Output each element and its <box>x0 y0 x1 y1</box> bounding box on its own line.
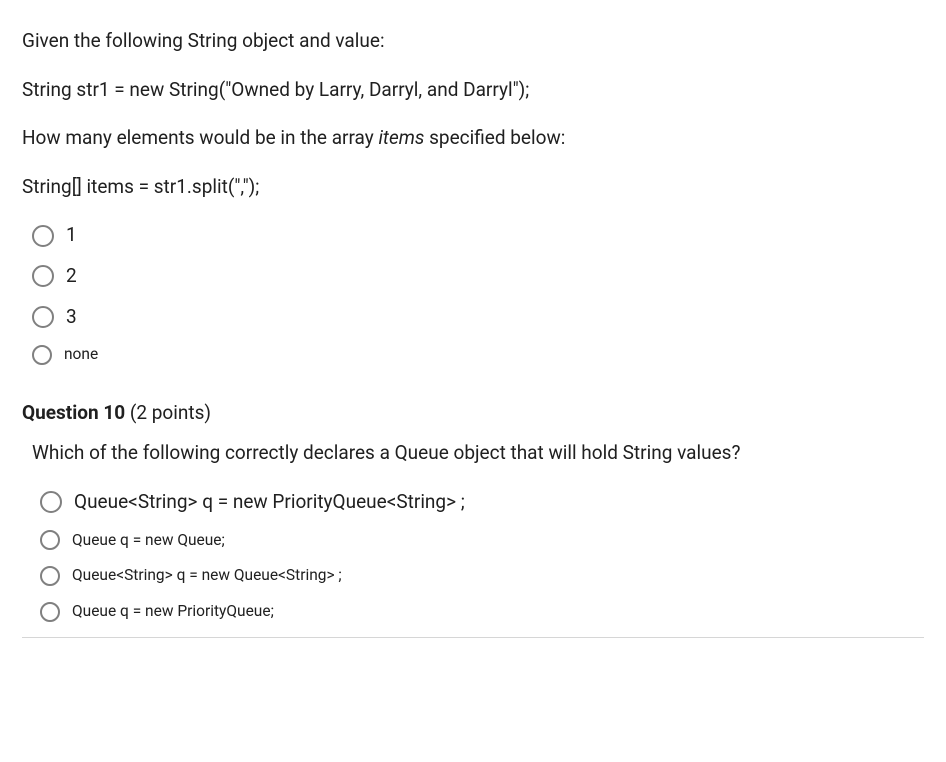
radio-icon <box>32 345 52 365</box>
radio-icon <box>32 306 54 328</box>
radio-icon <box>40 602 60 622</box>
question-number: Question 10 <box>22 401 125 424</box>
radio-icon <box>32 225 54 247</box>
question-10-header: Question 10 (2 points) <box>22 400 924 427</box>
q10-option-2[interactable]: Queue q = new Queue; <box>40 530 924 552</box>
stem-line-3-text: How many elements would be in the array … <box>22 126 565 149</box>
option-1[interactable]: 1 <box>32 222 924 249</box>
option-none[interactable]: none <box>32 344 924 366</box>
question-9-stem: Given the following String object and va… <box>22 28 924 200</box>
option-2[interactable]: 2 <box>32 263 924 290</box>
option-label: 1 <box>66 222 77 249</box>
q10-option-4[interactable]: Queue q = new PriorityQueue; <box>40 601 924 623</box>
radio-icon <box>32 265 54 287</box>
option-label: Queue q = new Queue; <box>72 530 225 552</box>
option-label: 3 <box>66 304 77 331</box>
q10-option-1[interactable]: Queue<String> q = new PriorityQueue<Stri… <box>40 489 924 516</box>
stem-line-4: String[] items = str1.split(","); <box>22 174 924 201</box>
stem-line-3: How many elements would be in the array … <box>22 125 924 152</box>
question-10-options: Queue<String> q = new PriorityQueue<Stri… <box>22 489 924 623</box>
question-10-stem: Which of the following correctly declare… <box>22 440 924 467</box>
option-label: none <box>64 344 98 366</box>
option-label: Queue q = new PriorityQueue; <box>72 601 274 623</box>
option-3[interactable]: 3 <box>32 304 924 331</box>
radio-icon <box>40 530 60 550</box>
divider <box>22 637 924 638</box>
stem-line-1: Given the following String object and va… <box>22 28 924 55</box>
radio-icon <box>40 566 60 586</box>
option-label: Queue<String> q = new Queue<String> ; <box>72 565 342 587</box>
radio-icon <box>40 491 62 513</box>
stem-line-2: String str1 = new String("Owned by Larry… <box>22 77 924 104</box>
question-9-options: 1 2 3 none <box>22 222 924 365</box>
option-label: 2 <box>66 263 77 290</box>
option-label: Queue<String> q = new PriorityQueue<Stri… <box>74 489 465 516</box>
question-points: (2 points) <box>130 401 211 424</box>
q10-option-3[interactable]: Queue<String> q = new Queue<String> ; <box>40 565 924 587</box>
